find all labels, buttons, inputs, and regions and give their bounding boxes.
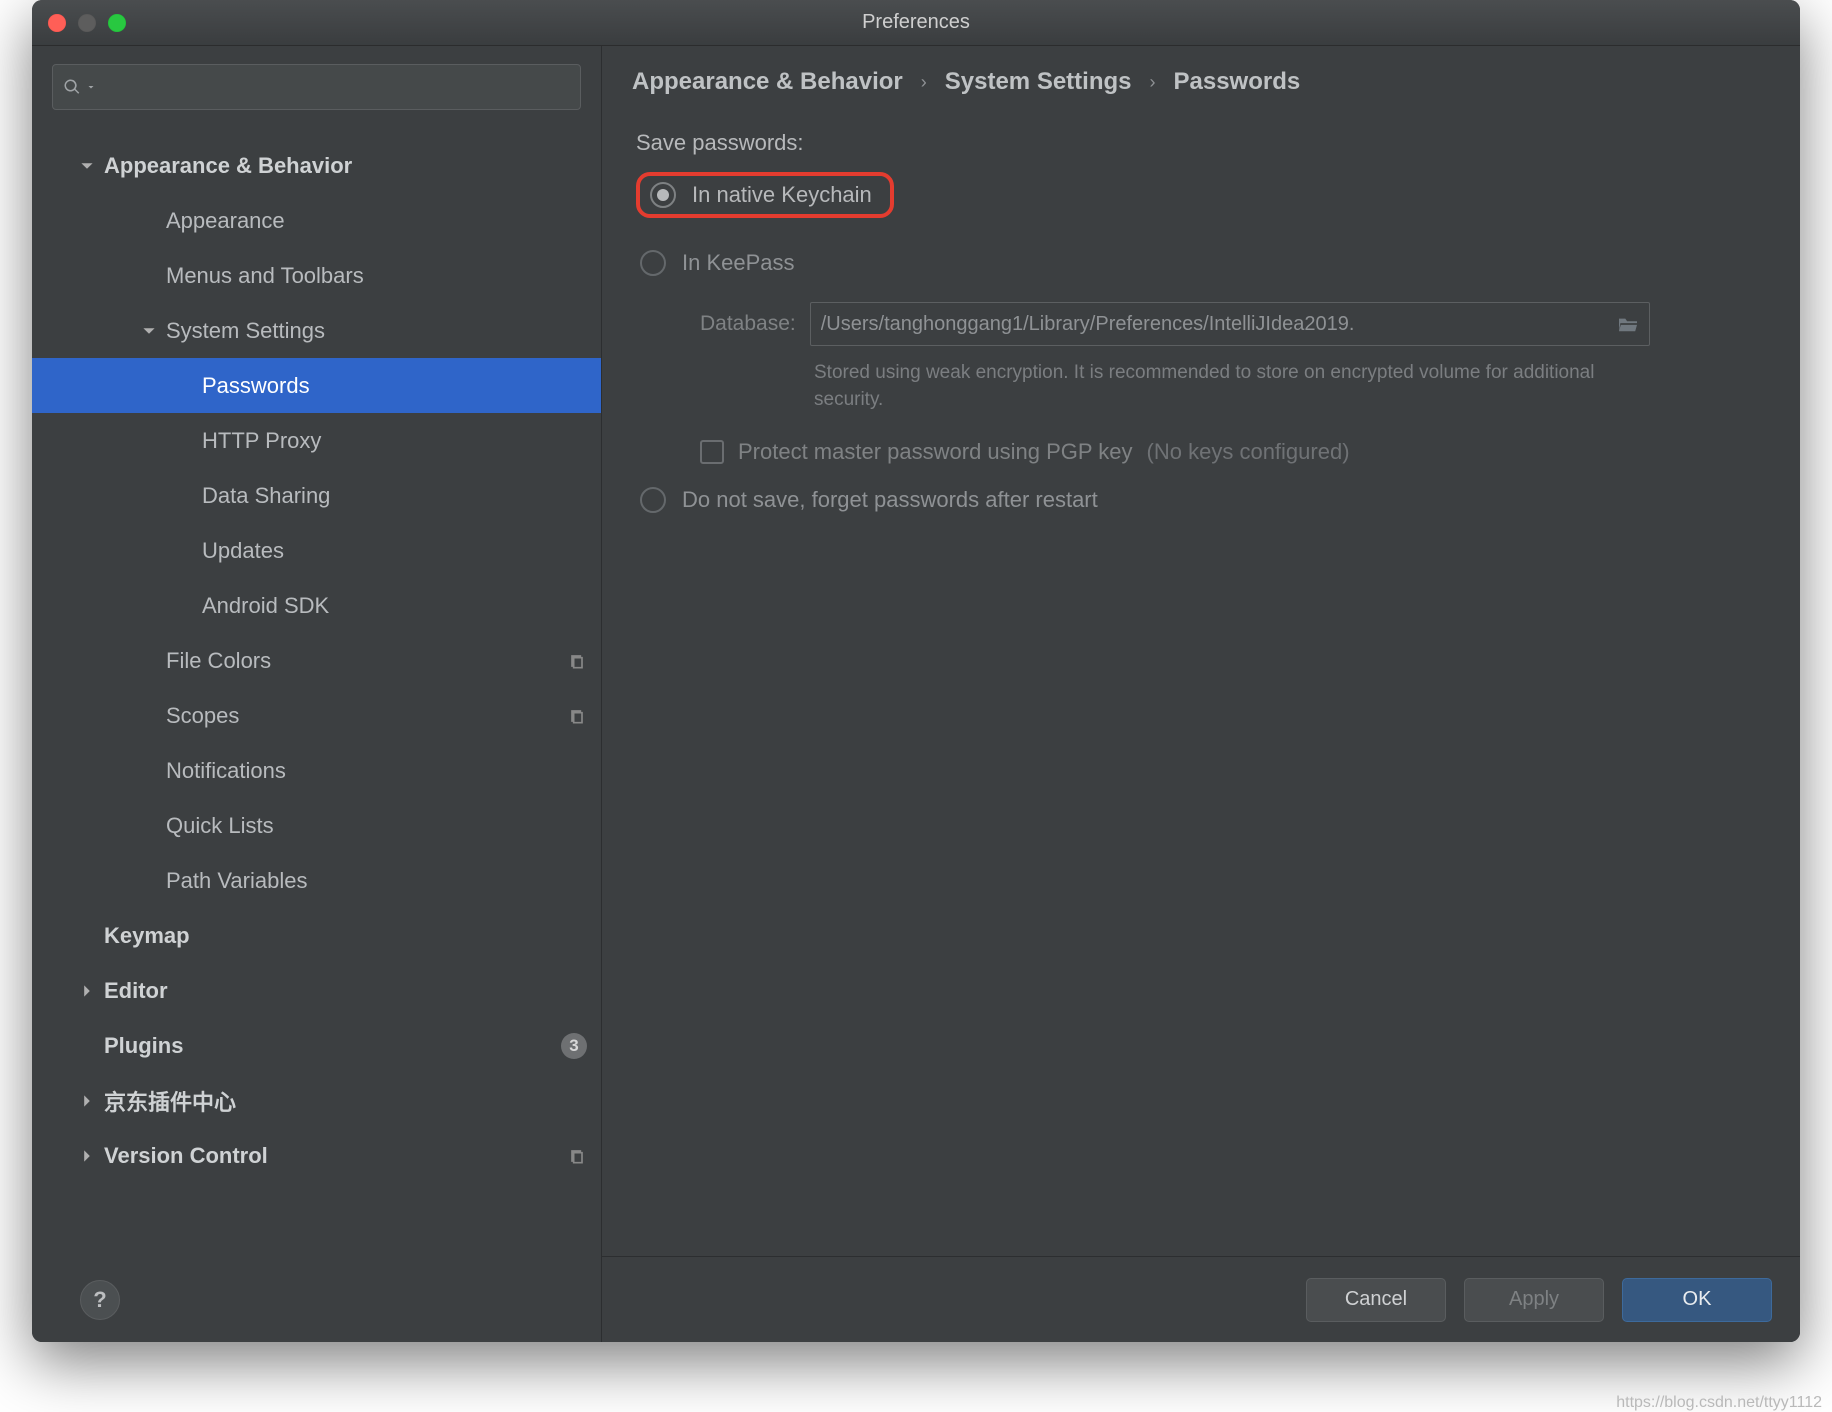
sidebar-item-plugins[interactable]: Plugins 3 (32, 1018, 601, 1073)
sidebar-item-keymap[interactable]: Keymap (32, 908, 601, 963)
sidebar-item-appearance-behavior[interactable]: Appearance & Behavior (32, 138, 601, 193)
sidebar-item-label: Path Variables (166, 868, 307, 894)
folder-open-icon[interactable] (1617, 315, 1639, 333)
sidebar-item-system-settings[interactable]: System Settings (32, 303, 601, 358)
sidebar-item-label: Editor (104, 978, 168, 1004)
window-close-button[interactable] (48, 14, 66, 32)
sidebar-item-label: Plugins (104, 1033, 183, 1059)
sidebar-item-label: Version Control (104, 1143, 268, 1169)
section-label: Save passwords: (636, 130, 1766, 156)
breadcrumb: Appearance & Behavior › System Settings … (602, 46, 1800, 116)
database-row: Database: (700, 302, 1766, 346)
sidebar-item-label: File Colors (166, 648, 271, 674)
search-icon (63, 78, 81, 96)
per-project-icon (567, 1146, 587, 1166)
help-button[interactable]: ? (80, 1280, 120, 1320)
protect-label: Protect master password using PGP key (738, 439, 1133, 465)
sidebar: Appearance & Behavior Appearance Menus and… (32, 46, 602, 1342)
sidebar-item-version-control[interactable]: Version Control (32, 1128, 601, 1183)
sidebar-item-label: Menus and Toolbars (166, 263, 364, 289)
sidebar-item-label: Passwords (202, 373, 310, 399)
window-zoom-button[interactable] (108, 14, 126, 32)
chevron-right-icon (80, 984, 94, 998)
main-panel: Appearance & Behavior › System Settings … (602, 46, 1800, 1342)
chevron-right-icon (80, 1094, 94, 1108)
protect-row[interactable]: Protect master password using PGP key (N… (700, 439, 1766, 465)
count-badge: 3 (561, 1033, 587, 1059)
radio-do-not-save-label: Do not save, forget passwords after rest… (682, 487, 1098, 513)
database-input[interactable] (821, 313, 1617, 336)
per-project-icon (567, 706, 587, 726)
highlight-annotation: In native Keychain (636, 172, 894, 218)
window-minimize-button[interactable] (78, 14, 96, 32)
radio-keepass-label: In KeePass (682, 250, 795, 276)
sidebar-item-android-sdk[interactable]: Android SDK (32, 578, 601, 633)
footer: Cancel Apply OK (602, 1256, 1800, 1342)
watermark-text: https://blog.csdn.net/ttyy1112 (1616, 1394, 1822, 1412)
database-field[interactable] (810, 302, 1650, 346)
sidebar-item-label: 京东插件中心 (104, 1085, 236, 1117)
radio-do-not-save[interactable] (640, 487, 666, 513)
sidebar-item-data-sharing[interactable]: Data Sharing (32, 468, 601, 523)
search-input[interactable] (97, 76, 570, 99)
content-area: Save passwords: In native Keychain In Ke… (602, 116, 1800, 1256)
sidebar-item-label: Appearance & Behavior (104, 153, 352, 179)
chevron-right-icon (80, 1149, 94, 1163)
chevron-down-icon (80, 159, 94, 173)
ok-button[interactable]: OK (1622, 1278, 1772, 1322)
sidebar-item-menus-and-toolbars[interactable]: Menus and Toolbars (32, 248, 601, 303)
encryption-hint: Stored using weak encryption. It is reco… (814, 360, 1634, 413)
sidebar-item-scopes[interactable]: Scopes (32, 688, 601, 743)
chevron-right-icon: › (1150, 72, 1156, 93)
sidebar-item-label: Scopes (166, 703, 239, 729)
sidebar-item-http-proxy[interactable]: HTTP Proxy (32, 413, 601, 468)
chevron-down-icon (142, 324, 156, 338)
window-title: Preferences (32, 11, 1800, 34)
protect-note: (No keys configured) (1147, 439, 1350, 465)
sidebar-item-label: Keymap (104, 923, 190, 949)
crumb-root: Appearance & Behavior (632, 68, 903, 96)
sidebar-item-notifications[interactable]: Notifications (32, 743, 601, 798)
sidebar-item-label: Android SDK (202, 593, 329, 619)
sidebar-item-appearance[interactable]: Appearance (32, 193, 601, 248)
cancel-button[interactable]: Cancel (1306, 1278, 1446, 1322)
database-label: Database: (700, 312, 796, 336)
titlebar: Preferences (32, 0, 1800, 46)
radio-row-donotsave[interactable]: Do not save, forget passwords after rest… (640, 487, 1766, 513)
chevron-right-icon: › (921, 72, 927, 93)
sidebar-item-passwords[interactable]: Passwords (32, 358, 601, 413)
per-project-icon (567, 651, 587, 671)
sidebar-item-label: Appearance (166, 208, 285, 234)
protect-checkbox[interactable] (700, 440, 724, 464)
sidebar-item-label: Notifications (166, 758, 286, 784)
crumb-leaf: Passwords (1174, 68, 1301, 96)
search-field[interactable] (52, 64, 581, 110)
settings-tree: Appearance & Behavior Appearance Menus and… (32, 120, 601, 1342)
sidebar-item-editor[interactable]: Editor (32, 963, 601, 1018)
radio-native-keychain[interactable] (650, 182, 676, 208)
sidebar-item-quick-lists[interactable]: Quick Lists (32, 798, 601, 853)
traffic-lights (48, 14, 126, 32)
sidebar-item-label: Updates (202, 538, 284, 564)
sidebar-item-label: Quick Lists (166, 813, 274, 839)
sidebar-item-label: HTTP Proxy (202, 428, 321, 454)
preferences-window: Preferences Appearance & BehaviorAppeara… (32, 0, 1800, 1342)
sidebar-item-path-variables[interactable]: Path Variables (32, 853, 601, 908)
apply-button[interactable]: Apply (1464, 1278, 1604, 1322)
crumb-mid: System Settings (945, 68, 1132, 96)
sidebar-item-[interactable]: 京东插件中心 (32, 1073, 601, 1128)
radio-row-keepass[interactable]: In KeePass (640, 242, 1766, 284)
radio-native-keychain-label: In native Keychain (692, 182, 872, 208)
radio-keepass[interactable] (640, 250, 666, 276)
sidebar-item-label: Data Sharing (202, 483, 330, 509)
chevron-down-icon (85, 81, 97, 93)
sidebar-item-file-colors[interactable]: File Colors (32, 633, 601, 688)
sidebar-item-label: System Settings (166, 318, 325, 344)
sidebar-item-updates[interactable]: Updates (32, 523, 601, 578)
